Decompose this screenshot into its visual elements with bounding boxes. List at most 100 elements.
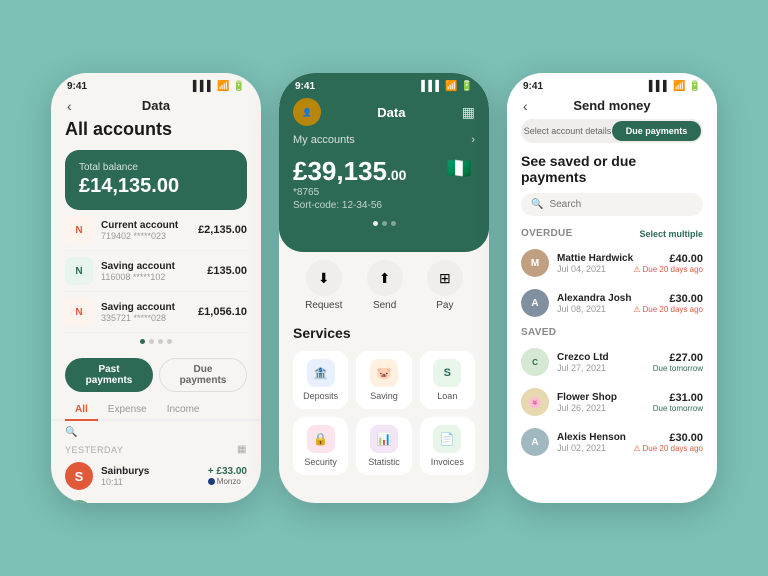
search-bar[interactable]: 🔍	[521, 193, 703, 216]
dot-3[interactable]	[167, 339, 172, 344]
services-section: Services 🏦 Deposits 🐷 Saving S Loan 🔒 Se…	[279, 315, 489, 485]
transaction-sainburys[interactable]: S Sainburys 10:11 + £33.00 Monzo	[51, 457, 261, 495]
profile-avatar[interactable]: 👤	[293, 98, 321, 126]
transaction-central[interactable]: C Central Makret 09:18 - £16.00 Revolut	[51, 495, 261, 503]
sort-code: Sort-code: 12-34-56	[293, 200, 475, 211]
crezco-name: Crezco Ltd	[557, 352, 653, 363]
action-request[interactable]: ⬇ Request	[305, 260, 342, 311]
phone2-title: Data	[377, 105, 405, 120]
account-row[interactable]: N Saving account 335721 *****028 £1,056.…	[65, 292, 247, 333]
mattie-avatar: M	[521, 249, 549, 277]
service-label-5: Invoices	[431, 457, 464, 467]
see-saved-title: See saved or due payments	[507, 153, 717, 193]
service-label-3: Security	[304, 457, 337, 467]
phone-1: 9:41 ▌▌▌ 📶 🔋 ‹ Data All accounts Total b…	[51, 73, 261, 503]
alexis-date: Jul 02, 2021	[557, 443, 633, 453]
card-flag: 🇳🇬	[443, 152, 475, 184]
yesterday-label: YESTERDAY ▦	[51, 442, 261, 457]
service-label-2: Loan	[437, 391, 457, 401]
filter-tabs: All Expense Income	[51, 400, 261, 421]
dot-0[interactable]	[140, 339, 145, 344]
all-accounts-title: All accounts	[65, 119, 247, 140]
flowershop-name: Flower Shop	[557, 392, 653, 403]
account-num-0: 719402 *****023	[101, 231, 198, 241]
action-label-send: Send	[373, 300, 396, 311]
txn-tag-0: Monzo	[208, 477, 247, 486]
dot-2[interactable]	[158, 339, 163, 344]
txn-avatar-1: C	[65, 500, 93, 503]
pay-icon: ⊞	[427, 260, 463, 296]
payment-alexis[interactable]: A Alexis Henson Jul 02, 2021 £30.00 ⚠ Du…	[507, 422, 717, 462]
services-title: Services	[293, 325, 475, 341]
account-amount-0: £2,135.00	[198, 224, 247, 236]
my-accounts-row[interactable]: My accounts ›	[279, 134, 489, 152]
phone3-page-title: Send money	[573, 98, 650, 113]
services-grid: 🏦 Deposits 🐷 Saving S Loan 🔒 Security 📊 …	[293, 351, 475, 475]
phone3-back-button[interactable]: ‹	[523, 98, 528, 114]
search-row: 🔍	[51, 427, 261, 442]
service-statistic[interactable]: 📊 Statistic	[356, 417, 411, 475]
account-num-1: 116008 *****102	[101, 272, 207, 282]
payment-alexandra[interactable]: A Alexandra Josh Jul 08, 2021 £30.00 ⚠ D…	[507, 283, 717, 323]
service-loan[interactable]: S Loan	[420, 351, 475, 409]
service-saving[interactable]: 🐷 Saving	[356, 351, 411, 409]
crezco-date: Jul 27, 2021	[557, 363, 653, 373]
phone1-status-icons: ▌▌▌ 📶 🔋	[193, 81, 245, 92]
phone1-header: ‹ Data	[51, 96, 261, 119]
action-pay[interactable]: ⊞ Pay	[427, 260, 463, 311]
account-name-1: Saving account	[101, 261, 207, 272]
action-send[interactable]: ⬆ Send	[367, 260, 403, 311]
phone1-body: All accounts Total balance £14,135.00 N …	[51, 119, 261, 350]
account-name-2: Saving account	[101, 302, 198, 313]
account-icon-2: N	[65, 298, 93, 326]
alexis-due: ⚠ Due 20 days ago	[633, 444, 703, 453]
back-button[interactable]: ‹	[67, 98, 72, 114]
filter-expense[interactable]: Expense	[98, 400, 157, 421]
payment-flowershop[interactable]: 🌸 Flower Shop Jul 26, 2021 £31.00 Due to…	[507, 382, 717, 422]
chart-icon[interactable]: ▦	[462, 104, 475, 121]
overdue-section-header: Overdue Select multiple	[507, 224, 717, 243]
dot-1[interactable]	[149, 339, 154, 344]
filter-all[interactable]: All	[65, 400, 98, 421]
alexandra-avatar: A	[521, 289, 549, 317]
phone-2: 9:41 ▌▌▌ 📶 🔋 👤 Data ▦ My accounts › £39,…	[279, 73, 489, 503]
security-icon: 🔒	[307, 425, 335, 453]
alexandra-due: ⚠ Due 20 days ago	[633, 305, 703, 314]
account-row[interactable]: N Current account 719402 *****023 £2,135…	[65, 210, 247, 251]
select-multiple-button[interactable]: Select multiple	[639, 229, 703, 239]
account-row[interactable]: N Saving account 116008 *****102 £135.00	[65, 251, 247, 292]
my-accounts-label: My accounts	[293, 134, 355, 146]
service-deposits[interactable]: 🏦 Deposits	[293, 351, 348, 409]
seg-due-payments[interactable]: Due payments	[612, 121, 701, 141]
search-icon: 🔍	[531, 199, 543, 210]
phone2-time: 9:41	[295, 81, 315, 92]
service-invoices[interactable]: 📄 Invoices	[420, 417, 475, 475]
search-input[interactable]	[549, 199, 693, 210]
flowershop-logo: 🌸	[521, 388, 549, 416]
past-payments-tab[interactable]: Past payments	[65, 358, 153, 392]
filter-income[interactable]: Income	[157, 400, 210, 421]
seg-account-details[interactable]: Select account details	[523, 121, 612, 141]
service-security[interactable]: 🔒 Security	[293, 417, 348, 475]
big-balance: £39,135.00 🇳🇬 *8765 Sort-code: 12-34-56	[279, 152, 489, 215]
due-payments-tab[interactable]: Due payments	[159, 358, 247, 392]
account-icon-1: N	[65, 257, 93, 285]
alexandra-date: Jul 08, 2021	[557, 304, 633, 314]
service-label-1: Saving	[370, 391, 398, 401]
actions-row: ⬇ Request ⬆ Send ⊞ Pay	[279, 252, 489, 315]
phone1-time: 9:41	[67, 81, 87, 92]
balance-amount: £14,135.00	[79, 175, 233, 198]
flowershop-date: Jul 26, 2021	[557, 403, 653, 413]
chevron-right-icon: ›	[471, 134, 475, 146]
bar-chart-icon: ▦	[237, 444, 247, 455]
mattie-date: Jul 04, 2021	[557, 264, 633, 274]
statistic-icon: 📊	[370, 425, 398, 453]
payment-mattie[interactable]: M Mattie Hardwick Jul 04, 2021 £40.00 ⚠ …	[507, 243, 717, 283]
mattie-name: Mattie Hardwick	[557, 253, 633, 264]
balance-label: Total balance	[79, 162, 233, 173]
account-num-2: 335721 *****028	[101, 313, 198, 323]
send-icon: ⬆	[367, 260, 403, 296]
saved-label: Saved	[521, 327, 556, 338]
request-icon: ⬇	[306, 260, 342, 296]
payment-crezco[interactable]: C Crezco Ltd Jul 27, 2021 £27.00 Due tom…	[507, 342, 717, 382]
